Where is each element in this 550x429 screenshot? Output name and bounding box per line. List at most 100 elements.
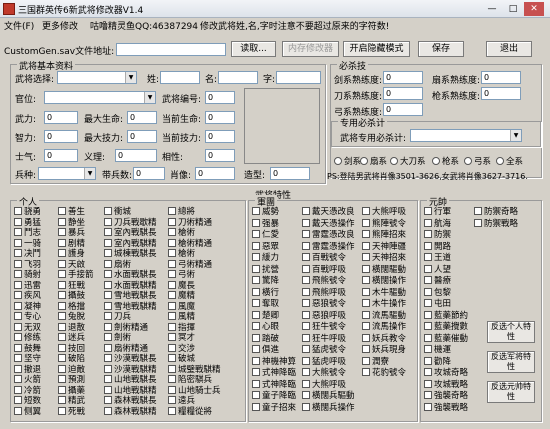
trait-checkbox[interactable]: 劍術 <box>104 333 131 343</box>
checkbox-icon[interactable] <box>302 299 310 307</box>
checkbox-icon[interactable] <box>252 379 260 388</box>
trait-checkbox[interactable]: 槍術精通 <box>168 238 212 249</box>
exclusive-skill-combo[interactable]: ▼ <box>410 129 522 142</box>
checkbox-icon[interactable] <box>104 322 112 331</box>
trait-checkbox[interactable]: 骁勇 <box>14 207 41 217</box>
checkbox-icon[interactable] <box>302 379 310 388</box>
checkbox-icon[interactable] <box>424 207 432 215</box>
checkbox-icon[interactable] <box>362 322 370 330</box>
checkbox-icon[interactable] <box>104 249 112 257</box>
checkbox-icon[interactable] <box>58 270 66 278</box>
checkbox-icon[interactable] <box>104 217 112 226</box>
trait-checkbox[interactable]: 善生 <box>58 207 85 217</box>
checkbox-icon[interactable] <box>104 333 112 341</box>
trait-checkbox[interactable]: 刀兵戰歇精 <box>104 217 157 228</box>
save-button[interactable]: 保存 <box>418 41 464 57</box>
checkbox-icon[interactable] <box>168 291 176 299</box>
trait-checkbox[interactable]: 魔長 <box>168 280 195 291</box>
checkbox-icon[interactable] <box>14 228 22 236</box>
checkbox-icon[interactable] <box>104 375 112 383</box>
trait-checkbox[interactable]: 惡狼號令 <box>302 299 346 309</box>
sp-input[interactable]: 0 <box>205 130 235 143</box>
trait-checkbox[interactable]: 驚降 <box>252 276 279 286</box>
trait-checkbox[interactable]: 冥才 <box>168 333 195 343</box>
trait-checkbox[interactable]: 狂牛呼吸 <box>302 333 346 344</box>
checkbox-icon[interactable] <box>362 276 370 284</box>
trait-checkbox[interactable]: 火箭 <box>14 375 41 385</box>
checkbox-icon[interactable] <box>168 312 176 320</box>
trait-checkbox[interactable]: 天神陣疆 <box>362 241 406 252</box>
checkbox-icon[interactable] <box>58 238 66 247</box>
trait-checkbox[interactable]: 勇猛 <box>14 217 41 228</box>
checkbox-icon[interactable] <box>58 364 66 373</box>
trait-checkbox[interactable]: 勸降 <box>424 356 451 367</box>
trait-checkbox[interactable]: 森林戰騏精 <box>104 406 157 417</box>
trait-checkbox[interactable]: 专心 <box>14 312 41 322</box>
troop-type-combo[interactable]: ▼ <box>38 167 96 180</box>
checkbox-icon[interactable] <box>58 333 66 341</box>
checkbox-icon[interactable] <box>58 375 66 383</box>
trait-checkbox[interactable]: 猛虎呼吸 <box>302 356 346 367</box>
checkbox-icon[interactable] <box>362 310 370 319</box>
trait-checkbox[interactable]: 山地戰騏精 <box>104 385 157 396</box>
checkbox-icon[interactable] <box>104 385 112 394</box>
skill-radio[interactable]: 全系 <box>496 155 523 167</box>
checkbox-icon[interactable] <box>302 402 310 411</box>
maxsp-input[interactable]: 0 <box>127 130 157 143</box>
skill-radio[interactable]: 扇系 <box>360 155 387 167</box>
trait-checkbox[interactable]: 技回 <box>58 343 85 354</box>
checkbox-icon[interactable] <box>252 310 260 319</box>
minimize-button[interactable]: — <box>482 2 502 16</box>
trait-checkbox[interactable]: 橫行 <box>252 287 279 298</box>
checkbox-icon[interactable] <box>104 270 112 278</box>
trait-checkbox[interactable]: 侧翼 <box>14 406 41 417</box>
trait-checkbox[interactable]: 剧精 <box>58 238 85 249</box>
skill-radio[interactable]: 弓系 <box>464 155 491 167</box>
checkbox-icon[interactable] <box>14 333 22 341</box>
checkbox-icon[interactable] <box>252 356 260 365</box>
checkbox-icon[interactable] <box>58 207 66 215</box>
checkbox-icon[interactable] <box>302 207 310 215</box>
trait-checkbox[interactable]: 木牛驅動 <box>362 287 406 298</box>
trait-checkbox[interactable]: 王道 <box>424 253 451 263</box>
trait-checkbox[interactable]: 木牛操作 <box>362 299 406 309</box>
chevron-down-icon[interactable]: ▼ <box>84 168 95 179</box>
close-button[interactable]: ✕ <box>524 2 544 16</box>
trait-checkbox[interactable]: 醫療 <box>424 276 451 286</box>
checkbox-icon[interactable] <box>302 356 310 365</box>
trait-checkbox[interactable]: 防禦奇略 <box>474 207 518 217</box>
checkbox-icon[interactable] <box>474 218 482 227</box>
checkbox-icon[interactable] <box>302 287 310 296</box>
trait-checkbox[interactable]: 流馬操作 <box>362 322 406 332</box>
checkbox-icon[interactable] <box>424 264 432 273</box>
trait-checkbox[interactable]: 兔脫 <box>58 312 85 322</box>
trait-checkbox[interactable]: 凝神 <box>14 301 41 312</box>
style-input[interactable] <box>276 71 321 84</box>
checkbox-icon[interactable] <box>168 238 176 247</box>
menu-file[interactable]: 文件(F) <box>4 19 34 32</box>
radio-circle-icon[interactable] <box>360 157 368 165</box>
trait-checkbox[interactable]: 无双 <box>14 322 41 333</box>
checkbox-icon[interactable] <box>302 322 310 330</box>
skill-radio[interactable]: 枪系 <box>432 155 459 167</box>
trait-checkbox[interactable]: 戴天憑操作 <box>302 218 355 229</box>
checkbox-icon[interactable] <box>362 368 370 376</box>
trait-checkbox[interactable]: 開路 <box>424 241 451 252</box>
trait-checkbox[interactable]: 強襲戰略 <box>424 402 468 413</box>
trait-checkbox[interactable]: 扰營 <box>252 264 279 275</box>
checkbox-icon[interactable] <box>424 287 432 296</box>
trait-checkbox[interactable]: 短数 <box>14 396 41 406</box>
checkbox-icon[interactable] <box>58 385 66 394</box>
trait-checkbox[interactable]: 風精 <box>168 312 195 322</box>
trait-checkbox[interactable]: 疾风 <box>14 291 41 301</box>
checkbox-icon[interactable] <box>252 264 260 273</box>
checkbox-icon[interactable] <box>168 322 176 331</box>
trait-checkbox[interactable]: 退散 <box>58 322 85 333</box>
trait-checkbox[interactable]: 糧糧從將 <box>168 406 212 417</box>
trait-checkbox[interactable]: 扇術精通 <box>104 343 148 354</box>
trait-checkbox[interactable]: 狂牛號令 <box>302 322 346 332</box>
surname-input[interactable] <box>160 71 200 84</box>
checkbox-icon[interactable] <box>168 270 176 278</box>
exit-button[interactable]: 退出 <box>486 41 532 57</box>
checkbox-icon[interactable] <box>168 354 176 362</box>
